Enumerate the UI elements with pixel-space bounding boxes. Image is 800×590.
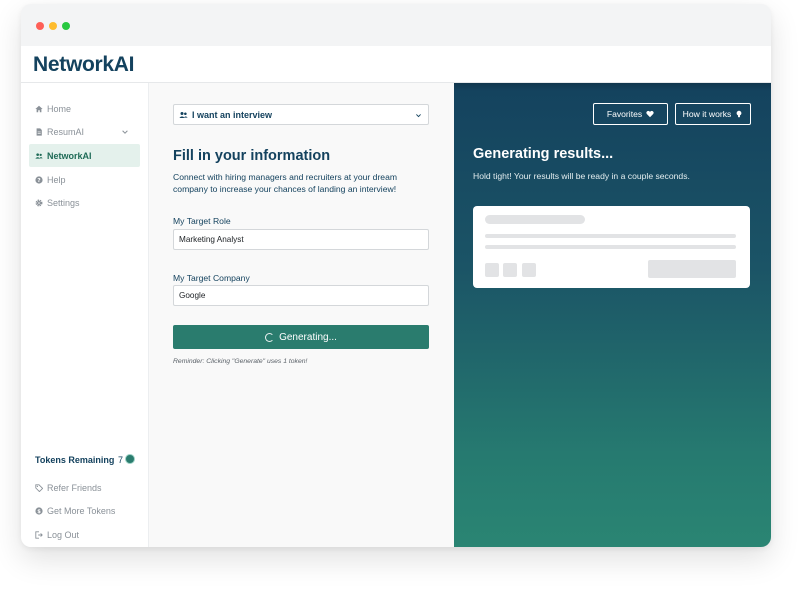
sidebar-item-settings[interactable]: Settings xyxy=(29,191,140,214)
results-panel: Favorites How it works Generating result… xyxy=(454,83,771,547)
target-company-input[interactable] xyxy=(173,285,429,306)
skeleton-icon xyxy=(522,263,536,277)
generate-button[interactable]: Generating... xyxy=(173,325,429,349)
maximize-window-button[interactable] xyxy=(62,22,70,30)
how-it-works-button[interactable]: How it works xyxy=(675,103,751,125)
mode-select-value: I want an interview xyxy=(192,109,273,120)
sidebar-item-label: ResumAI xyxy=(47,126,85,137)
sidebar-item-label: Log Out xyxy=(47,529,80,540)
favorites-button-label: Favorites xyxy=(606,109,643,119)
chevron-down-icon xyxy=(416,114,421,118)
skeleton-button xyxy=(648,260,736,278)
skeleton-line xyxy=(485,245,736,249)
help-icon: ? xyxy=(35,175,43,184)
app-header: NetworkAI xyxy=(21,46,771,83)
sidebar-item-help[interactable]: ? Help xyxy=(29,168,140,191)
svg-text:?: ? xyxy=(37,178,40,184)
tag-icon xyxy=(35,483,43,492)
form-title: Fill in your information xyxy=(173,148,331,164)
app-window: NetworkAI Home ResumAI NetworkAI ? Help … xyxy=(21,4,771,547)
coin-icon: $ xyxy=(35,506,43,515)
sidebar-item-get-more-tokens[interactable]: $ Get More Tokens xyxy=(29,499,140,522)
sidebar-item-refer-friends[interactable]: Refer Friends xyxy=(29,476,140,499)
how-it-works-label: How it works xyxy=(682,109,732,119)
logout-icon xyxy=(35,530,43,539)
home-icon xyxy=(35,105,43,112)
coin-icon xyxy=(125,454,135,464)
sidebar-item-home[interactable]: Home xyxy=(29,97,140,120)
mode-select[interactable]: I want an interview xyxy=(173,104,429,125)
favorites-button[interactable]: Favorites xyxy=(593,103,668,125)
results-title: Generating results... xyxy=(473,146,614,162)
window-controls xyxy=(36,22,70,30)
skeleton-icon xyxy=(485,263,499,277)
results-panel-shadow xyxy=(454,83,771,91)
sidebar-item-label: Home xyxy=(47,103,72,114)
target-role-label: My Target Role xyxy=(173,216,231,226)
svg-text:$: $ xyxy=(37,509,41,515)
sidebar-item-label: Help xyxy=(47,174,66,185)
users-icon xyxy=(35,152,43,159)
sidebar-item-networkai[interactable]: NetworkAI xyxy=(29,144,140,167)
sidebar-item-label: Refer Friends xyxy=(47,482,102,493)
sidebar-item-label: Settings xyxy=(47,197,80,208)
sidebar-item-resumai[interactable]: ResumAI xyxy=(29,120,140,143)
heart-icon xyxy=(646,110,654,118)
minimize-window-button[interactable] xyxy=(49,22,57,30)
lightbulb-icon xyxy=(736,110,742,118)
sidebar: Home ResumAI NetworkAI ? Help Settings T… xyxy=(21,83,149,547)
target-role-input[interactable] xyxy=(173,229,429,250)
skeleton-line xyxy=(485,234,736,238)
target-company-label: My Target Company xyxy=(173,273,250,283)
close-window-button[interactable] xyxy=(36,22,44,30)
skeleton-title xyxy=(485,215,585,224)
sidebar-item-label: NetworkAI xyxy=(47,150,92,161)
generate-button-label: Generating... xyxy=(279,331,337,343)
loading-skeleton-card xyxy=(473,206,750,288)
form-description: Connect with hiring managers and recruit… xyxy=(173,172,398,194)
users-icon xyxy=(179,111,188,118)
tokens-remaining-label: Tokens Remaining xyxy=(35,455,115,465)
token-reminder: Reminder: Clicking "Generate" uses 1 tok… xyxy=(173,358,308,365)
results-subtitle: Hold tight! Your results will be ready i… xyxy=(473,171,690,181)
spinner-icon xyxy=(265,332,275,342)
sidebar-item-log-out[interactable]: Log Out xyxy=(29,523,140,546)
form-panel: I want an interview Fill in your informa… xyxy=(149,83,454,547)
sidebar-item-label: Get More Tokens xyxy=(47,505,116,516)
skeleton-icon xyxy=(503,263,517,277)
document-icon xyxy=(36,127,42,136)
chevron-down-icon[interactable] xyxy=(121,128,129,136)
app-logo[interactable]: NetworkAI xyxy=(33,53,134,77)
tokens-remaining-count: 7 xyxy=(118,455,124,465)
gear-icon xyxy=(35,199,43,206)
